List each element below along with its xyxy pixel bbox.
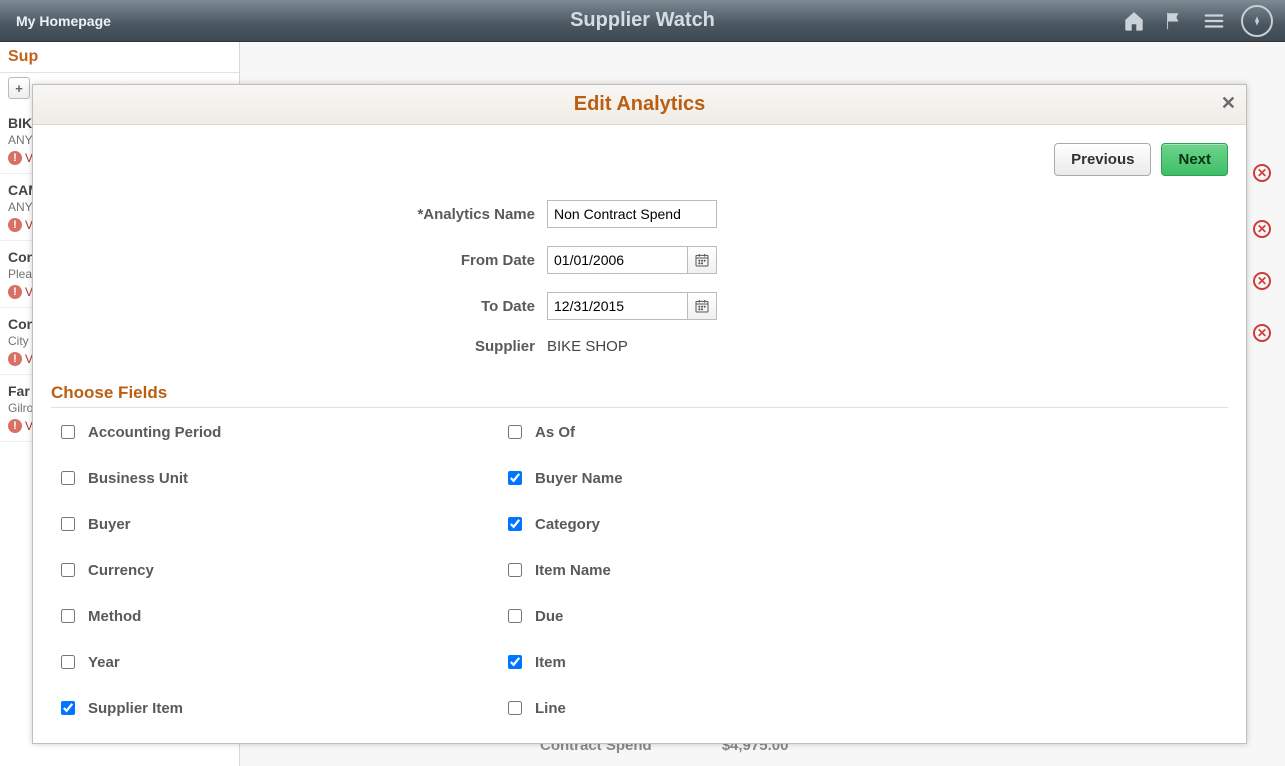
sidebar-item-warning: !V xyxy=(8,419,33,433)
field-checkbox[interactable] xyxy=(508,517,522,531)
flag-icon[interactable] xyxy=(1161,8,1187,34)
field-label: Line xyxy=(535,700,566,717)
field-label: Currency xyxy=(88,562,154,579)
field-checkbox-row[interactable]: Currency xyxy=(57,560,464,580)
divider xyxy=(51,407,1228,408)
calendar-icon[interactable] xyxy=(687,292,717,320)
from-date-label: From Date xyxy=(51,252,547,269)
field-checkbox-row[interactable]: Business Unit xyxy=(57,468,464,488)
previous-button[interactable]: Previous xyxy=(1054,143,1151,176)
field-label: Category xyxy=(535,516,600,533)
delete-row-icon[interactable]: ✕ xyxy=(1253,220,1271,238)
modal-body: Previous Next *Analytics Name From Date xyxy=(33,125,1246,743)
field-label: Method xyxy=(88,608,141,625)
add-button[interactable]: + xyxy=(8,77,30,99)
field-checkbox-row[interactable]: Due xyxy=(504,606,911,626)
field-checkbox[interactable] xyxy=(508,609,522,623)
calendar-icon[interactable] xyxy=(687,246,717,274)
next-button[interactable]: Next xyxy=(1161,143,1228,176)
analytics-name-label: *Analytics Name xyxy=(51,206,547,223)
field-checkbox-row[interactable]: Category xyxy=(504,514,911,534)
field-label: Business Unit xyxy=(88,470,188,487)
field-label: Year xyxy=(88,654,120,671)
warning-icon: ! xyxy=(8,419,22,433)
to-date-input[interactable] xyxy=(547,292,687,320)
menu-icon[interactable] xyxy=(1201,8,1227,34)
modal-title: Edit Analytics xyxy=(574,93,706,115)
field-checkbox[interactable] xyxy=(61,471,75,485)
field-checkbox[interactable] xyxy=(61,701,75,715)
back-button[interactable]: My Homepage xyxy=(0,0,123,41)
close-icon[interactable]: ✕ xyxy=(1221,93,1236,114)
field-checkbox-row[interactable]: Accounting Period xyxy=(57,422,464,442)
delete-row-icon[interactable]: ✕ xyxy=(1253,324,1271,342)
sidebar-item-warning: !V xyxy=(8,151,33,165)
modal-button-row: Previous Next xyxy=(51,125,1228,182)
warning-icon: ! xyxy=(8,352,22,366)
modal-titlebar: Edit Analytics ✕ xyxy=(33,85,1246,125)
field-checkbox-row[interactable]: Buyer Name xyxy=(504,468,911,488)
field-label: Due xyxy=(535,608,563,625)
sidebar-item-warning: !V xyxy=(8,218,33,232)
compass-icon[interactable] xyxy=(1241,5,1273,37)
supplier-label: Supplier xyxy=(51,338,547,355)
field-checkbox-row[interactable]: As Of xyxy=(504,422,911,442)
modal: Edit Analytics ✕ Previous Next *Analytic… xyxy=(32,84,1247,744)
back-label: My Homepage xyxy=(16,13,111,29)
to-date-label: To Date xyxy=(51,298,547,315)
field-checkbox-row[interactable]: Year xyxy=(57,652,464,672)
sidebar-item-warning: !V xyxy=(8,352,33,366)
delete-row-icon[interactable]: ✕ xyxy=(1253,164,1271,182)
field-checkbox-row[interactable]: Item Name xyxy=(504,560,911,580)
field-checkbox[interactable] xyxy=(61,609,75,623)
field-label: Buyer Name xyxy=(535,470,623,487)
app-body: Sup + BIKANY!VCAMANY!VConPlea!VConCity T… xyxy=(0,42,1285,766)
sidebar-item-warning: !V xyxy=(8,285,33,299)
field-checkbox-row[interactable]: Buyer xyxy=(57,514,464,534)
home-icon[interactable] xyxy=(1121,8,1147,34)
field-label: As Of xyxy=(535,424,575,441)
field-checkbox[interactable] xyxy=(508,655,522,669)
field-checkbox-row[interactable]: Item xyxy=(504,652,911,672)
from-date-input[interactable] xyxy=(547,246,687,274)
delete-row-icon[interactable]: ✕ xyxy=(1253,272,1271,290)
warning-icon: ! xyxy=(8,285,22,299)
topbar-right-icons xyxy=(1121,5,1285,37)
page-title: Supplier Watch xyxy=(0,9,1285,32)
field-checkbox-row[interactable]: Method xyxy=(57,606,464,626)
field-checkbox[interactable] xyxy=(508,701,522,715)
field-label: Item xyxy=(535,654,566,671)
supplier-value: BIKE SHOP xyxy=(547,338,628,355)
warning-icon: ! xyxy=(8,151,22,165)
field-label: Accounting Period xyxy=(88,424,221,441)
field-label: Buyer xyxy=(88,516,131,533)
field-checkbox[interactable] xyxy=(61,517,75,531)
modal-form: *Analytics Name From Date To Date xyxy=(51,200,1228,355)
field-checkbox[interactable] xyxy=(61,563,75,577)
topbar: My Homepage Supplier Watch xyxy=(0,0,1285,42)
fields-grid: Accounting Period As Of Business Unit Buyer… xyxy=(51,422,911,743)
sidebar-title: Sup xyxy=(8,48,38,66)
field-checkbox[interactable] xyxy=(61,655,75,669)
field-label: Supplier Item xyxy=(88,700,183,717)
field-checkbox[interactable] xyxy=(508,425,522,439)
warning-icon: ! xyxy=(8,218,22,232)
analytics-name-input[interactable] xyxy=(547,200,717,228)
field-checkbox-row[interactable]: Line xyxy=(504,698,911,718)
field-label: Item Name xyxy=(535,562,611,579)
field-checkbox[interactable] xyxy=(508,563,522,577)
field-checkbox[interactable] xyxy=(61,425,75,439)
field-checkbox-row[interactable]: Supplier Item xyxy=(57,698,464,718)
field-checkbox[interactable] xyxy=(508,471,522,485)
choose-fields-title: Choose Fields xyxy=(51,383,1228,403)
